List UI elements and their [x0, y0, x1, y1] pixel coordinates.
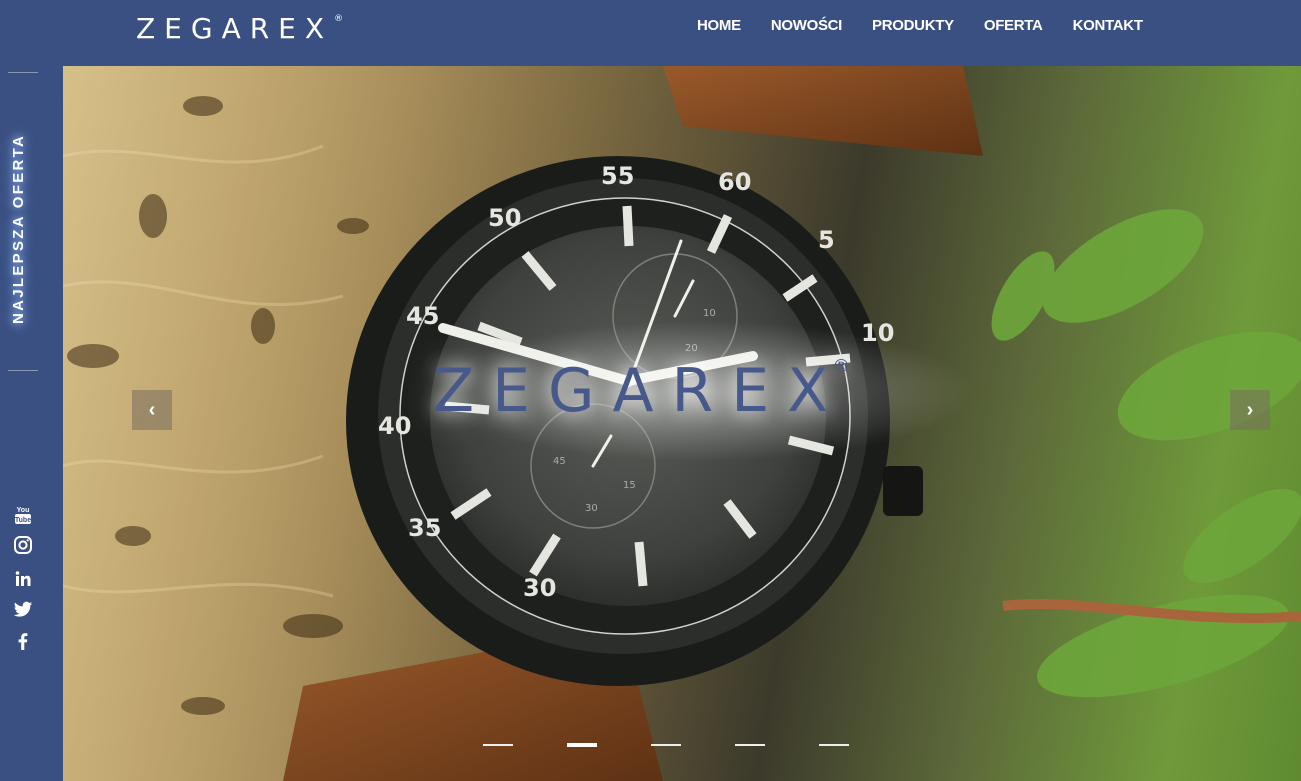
slider-next-button[interactable]: ›	[1230, 390, 1270, 430]
dial-number-40: 40	[378, 412, 411, 440]
slide-indicator-1[interactable]	[483, 744, 513, 746]
slide-indicator-4[interactable]	[735, 744, 765, 746]
registered-mark: ®	[334, 14, 344, 24]
logo-text: ZEGAREX	[136, 12, 334, 45]
dial-number-35: 35	[408, 514, 441, 542]
linkedin-icon[interactable]	[12, 568, 34, 590]
subdial-number-30: 30	[585, 503, 598, 514]
nav-nowosci[interactable]: NOWOŚCI	[771, 17, 843, 34]
svg-text:Tube: Tube	[15, 517, 31, 524]
hero-logo: ZEGAREX ®	[433, 356, 850, 426]
subdial-number-15: 15	[623, 480, 636, 491]
slide-indicator-3[interactable]	[651, 744, 681, 746]
chevron-left-icon: ‹	[148, 398, 156, 421]
instagram-icon[interactable]	[12, 534, 34, 556]
slide-indicator-5[interactable]	[819, 744, 849, 746]
twitter-icon[interactable]	[12, 598, 34, 620]
site-logo[interactable]: ZEGAREX ®	[136, 12, 343, 45]
dial-number-60: 60	[718, 168, 751, 196]
dial-number-45: 45	[406, 302, 439, 330]
slider-prev-button[interactable]: ‹	[132, 390, 172, 430]
dial-number-30: 30	[523, 574, 556, 602]
nav-home[interactable]: HOME	[697, 17, 741, 34]
dial-number-5: 5	[818, 226, 835, 254]
slider-indicators	[483, 743, 903, 747]
best-offer-label[interactable]: NAJLEPSZA OFERTA	[10, 134, 27, 324]
hero-slider: 55 60 5 10 50 45 40 35 30 10 20 30 15 45…	[63, 66, 1301, 781]
hero-logo-text: ZEGAREX	[433, 356, 847, 426]
dial-number-50: 50	[488, 204, 521, 232]
sidebar-divider-bottom	[8, 370, 38, 371]
youtube-icon[interactable]: You Tube	[12, 504, 34, 526]
subdial-number-10: 10	[703, 308, 716, 319]
dial-number-55: 55	[601, 162, 634, 190]
nav-oferta[interactable]: OFERTA	[984, 17, 1043, 34]
nav-kontakt[interactable]: KONTAKT	[1073, 17, 1143, 34]
subdial-number-45: 45	[553, 456, 566, 467]
slide-indicator-2[interactable]	[567, 743, 597, 747]
left-sidebar: NAJLEPSZA OFERTA You Tube	[0, 66, 63, 781]
nav-produkty[interactable]: PRODUKTY	[872, 17, 954, 34]
main-nav: HOME NOWOŚCI PRODUKTY OFERTA KONTAKT	[697, 17, 1173, 34]
top-bar: ZEGAREX ® HOME NOWOŚCI PRODUKTY OFERTA K…	[0, 0, 1301, 66]
sidebar-divider-top	[8, 72, 38, 73]
hero-registered-mark: ®	[832, 356, 851, 377]
facebook-icon[interactable]	[12, 630, 34, 652]
chevron-right-icon: ›	[1246, 398, 1254, 421]
svg-text:You: You	[17, 507, 30, 514]
